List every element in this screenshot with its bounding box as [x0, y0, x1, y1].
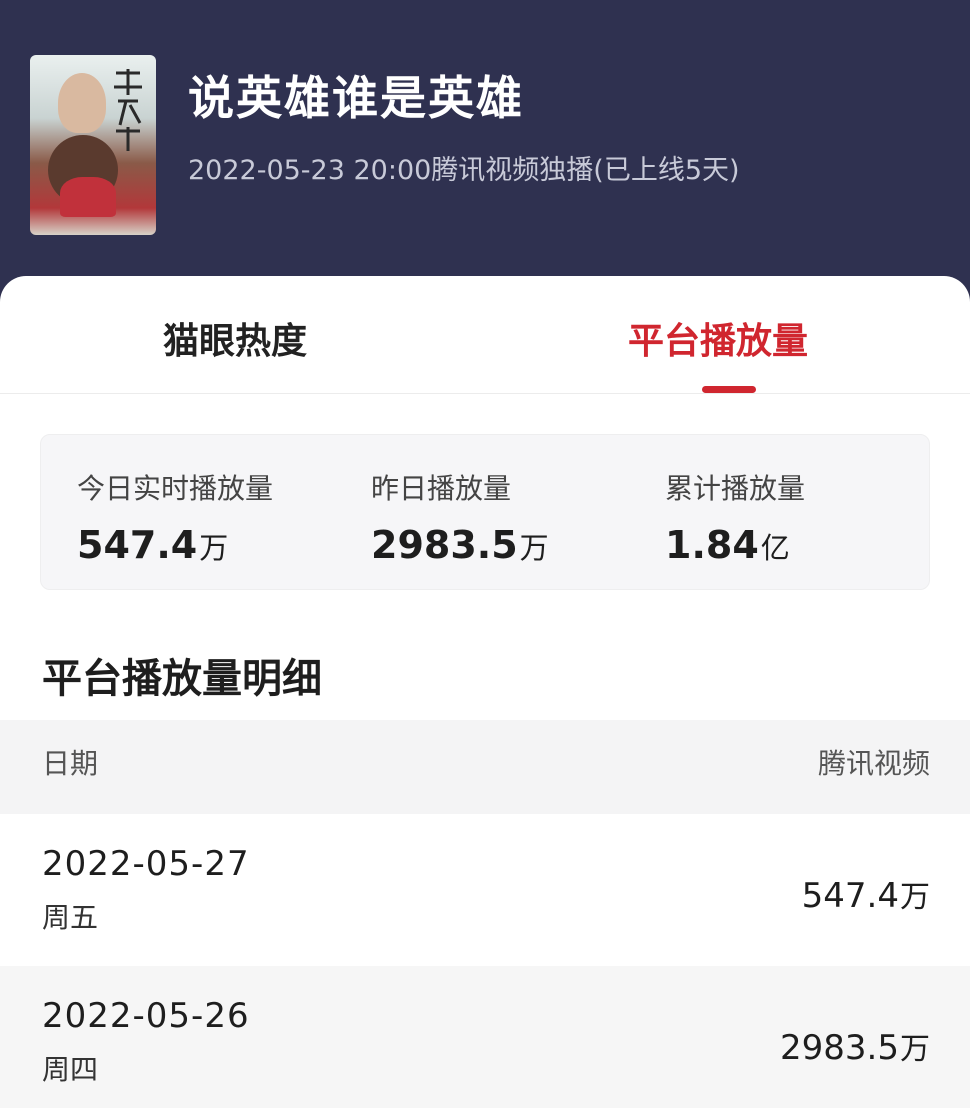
- poster-figure-3: [60, 177, 116, 217]
- tab-platform-plays[interactable]: 平台播放量: [628, 312, 808, 364]
- drama-release-info: 2022-05-23 20:00腾讯视频独播(已上线5天): [188, 155, 740, 186]
- table-header: 日期 腾讯视频: [0, 720, 970, 814]
- row-play-count: 547.4万: [801, 876, 930, 916]
- stat-yesterday: 昨日播放量 2983.5万: [371, 467, 549, 567]
- drama-poster[interactable]: [30, 55, 156, 235]
- table-row[interactable]: 2022-05-26 周四 2983.5万: [0, 966, 970, 1108]
- column-header-platform: 腾讯视频: [817, 747, 930, 780]
- column-header-date: 日期: [42, 747, 99, 780]
- stat-label: 昨日播放量: [371, 472, 512, 505]
- tab-maoyan-heat[interactable]: 猫眼热度: [163, 312, 307, 364]
- play-stats-summary: 今日实时播放量 547.4万 昨日播放量 2983.5万 累计播放量 1.84亿: [40, 434, 930, 590]
- stat-total: 累计播放量 1.84亿: [665, 467, 805, 567]
- row-date: 2022-05-26: [42, 996, 250, 1036]
- poster-calligraphy: [114, 69, 142, 151]
- tab-bar: 猫眼热度 平台播放量: [0, 276, 970, 394]
- drama-title: 说英雄谁是英雄: [188, 71, 524, 125]
- row-play-count: 2983.5万: [780, 1028, 930, 1068]
- stat-value: 1.84亿: [665, 523, 790, 567]
- poster-figure-1: [58, 73, 106, 133]
- stat-label: 今日实时播放量: [77, 472, 274, 505]
- stats-card: 猫眼热度 平台播放量 今日实时播放量 547.4万 昨日播放量 2983.5万 …: [0, 276, 970, 1108]
- table-row[interactable]: 2022-05-27 周五 547.4万: [0, 814, 970, 966]
- active-tab-indicator: [702, 386, 756, 393]
- row-weekday: 周四: [42, 1053, 99, 1086]
- section-title: 平台播放量明细: [42, 656, 322, 702]
- stat-value: 547.4万: [77, 523, 229, 567]
- row-weekday: 周五: [42, 901, 99, 934]
- drama-header: 说英雄谁是英雄 2022-05-23 20:00腾讯视频独播(已上线5天): [0, 0, 970, 300]
- stat-value: 2983.5万: [371, 523, 549, 567]
- stat-today: 今日实时播放量 547.4万: [77, 467, 273, 567]
- stat-label: 累计播放量: [665, 472, 806, 505]
- row-date: 2022-05-27: [42, 844, 250, 884]
